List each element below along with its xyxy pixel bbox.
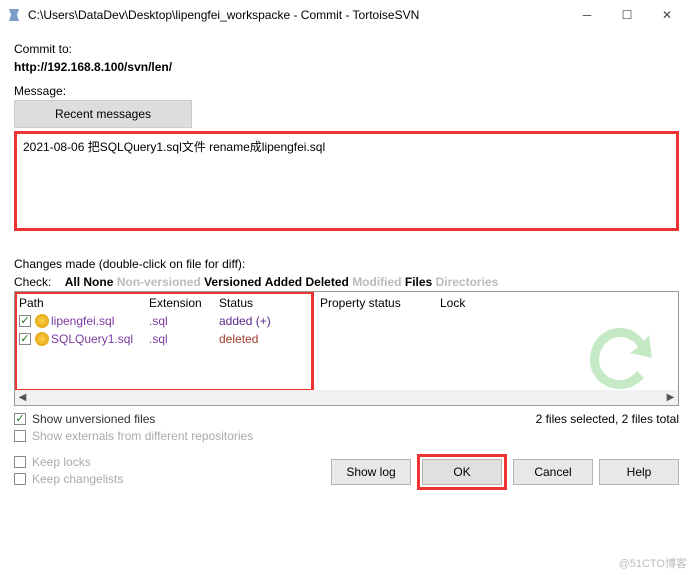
row-checkbox[interactable] [19,315,31,327]
check-label: Check: [14,275,51,289]
file-ext: .sql [149,332,219,346]
header-row: Path Extension Status [17,294,311,312]
filter-files[interactable]: Files [405,275,432,289]
header-prop[interactable]: Property status [320,296,440,310]
file-name: SQLQuery1.sql [51,332,133,346]
file-icon [35,332,49,346]
page-watermark: @51CTO博客 [619,555,687,571]
filter-none[interactable]: None [83,275,113,289]
file-list[interactable]: Path Extension Status lipengfei.sql .sql… [14,291,679,406]
table-row[interactable]: lipengfei.sql .sql added (+) [17,312,311,330]
close-button[interactable]: ✕ [647,1,687,29]
show-unversioned-option[interactable]: Show unversioned files [14,412,253,426]
checkbox-icon[interactable] [14,456,26,468]
commit-to-label: Commit to: [14,42,679,56]
checkbox-icon[interactable] [14,473,26,485]
row-checkbox[interactable] [19,333,31,345]
filter-nonversioned[interactable]: Non-versioned [117,275,201,289]
checkbox-icon[interactable] [14,413,26,425]
commit-message-textarea[interactable]: 2021-08-06 把SQLQuery1.sql文件 rename成lipen… [14,131,679,231]
ok-button[interactable]: OK [422,459,502,485]
header-path[interactable]: Path [19,296,149,310]
app-icon [6,7,22,23]
keep-changelists-option[interactable]: Keep changelists [14,472,123,486]
horizontal-scrollbar[interactable]: ◀ ▶ [15,390,678,405]
header-lock[interactable]: Lock [440,296,500,310]
file-status: deleted [219,332,299,346]
checkbox-icon [14,430,26,442]
commit-url: http://192.168.8.100/svn/len/ [14,58,679,76]
changes-label: Changes made (double-click on file for d… [14,257,679,271]
show-externals-option: Show externals from different repositori… [14,429,253,443]
help-button[interactable]: Help [599,459,679,485]
filter-bar: Check: All None Non-versioned Versioned … [14,273,679,291]
message-label: Message: [14,84,679,98]
cancel-button[interactable]: Cancel [513,459,593,485]
filter-versioned[interactable]: Versioned [204,275,261,289]
selection-stats: 2 files selected, 2 files total [536,412,679,426]
titlebar: C:\Users\DataDev\Desktop\lipengfei_works… [0,0,693,30]
filter-all[interactable]: All [65,275,80,289]
filter-modified[interactable]: Modified [352,275,401,289]
minimize-button[interactable]: ─ [567,1,607,29]
recent-messages-button[interactable]: Recent messages [14,100,192,128]
file-icon [35,314,49,328]
file-ext: .sql [149,314,219,328]
header-status[interactable]: Status [219,296,299,310]
filter-added[interactable]: Added [265,275,302,289]
file-name: lipengfei.sql [51,314,114,328]
header-row-right: Property status Lock [318,294,674,312]
file-status: added (+) [219,314,299,328]
keep-locks-option[interactable]: Keep locks [14,455,123,469]
commit-message-text: 2021-08-06 把SQLQuery1.sql文件 rename成lipen… [23,140,325,154]
scroll-right-icon[interactable]: ▶ [663,390,678,405]
filter-deleted[interactable]: Deleted [305,275,348,289]
maximize-button[interactable]: ☐ [607,1,647,29]
show-log-button[interactable]: Show log [331,459,411,485]
table-row[interactable]: SQLQuery1.sql .sql deleted [17,330,311,348]
window-title: C:\Users\DataDev\Desktop\lipengfei_works… [28,8,567,22]
header-ext[interactable]: Extension [149,296,219,310]
scroll-left-icon[interactable]: ◀ [15,390,30,405]
filter-directories[interactable]: Directories [436,275,499,289]
